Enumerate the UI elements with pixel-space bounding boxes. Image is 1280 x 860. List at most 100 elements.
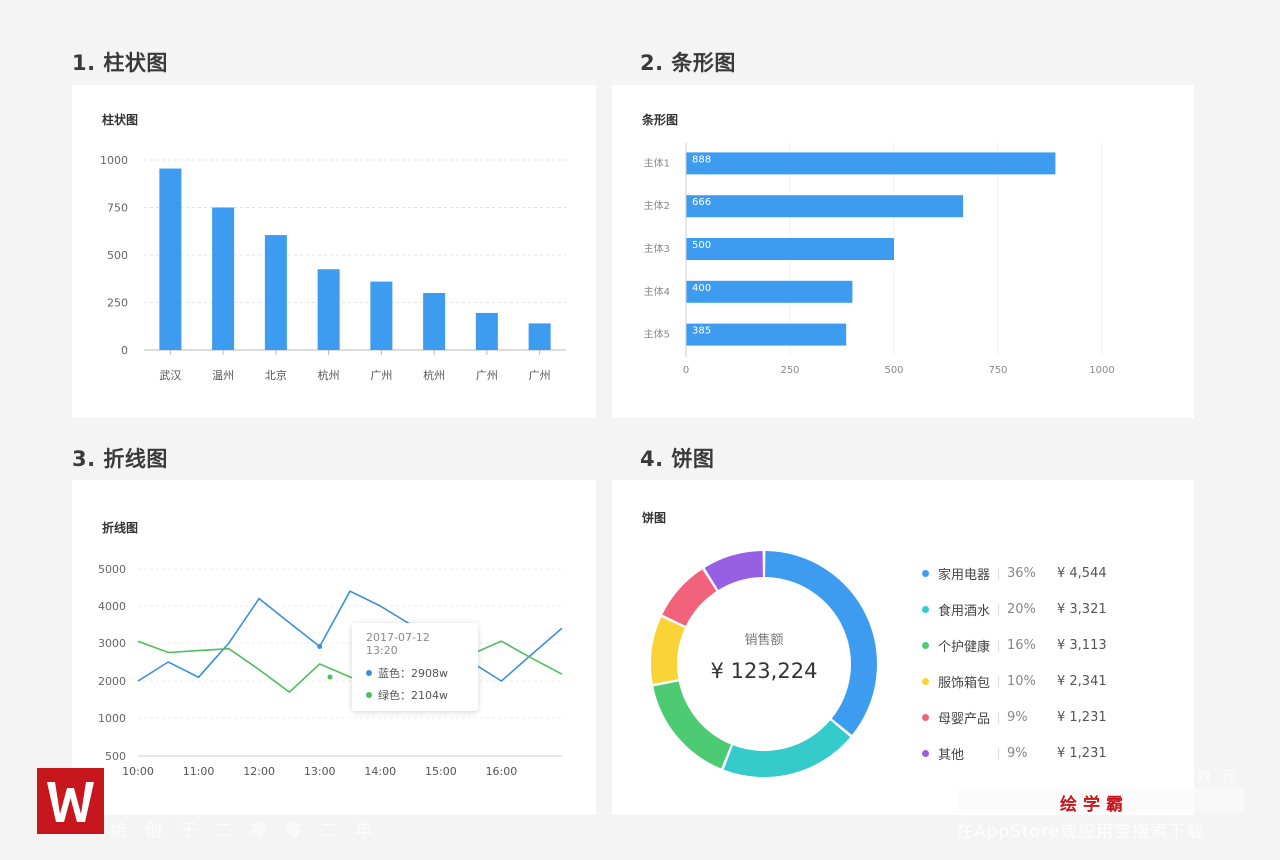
- tooltip-value-blue: 2908w: [411, 666, 448, 680]
- tooltip-row-blue: 蓝色： 2908w: [366, 665, 464, 681]
- tooltip-label-blue: 蓝色：: [378, 667, 411, 680]
- line-xtick-label: 11:00: [183, 765, 215, 778]
- pie-legend-percent: 20%: [1007, 602, 1036, 617]
- line-point-highlight-green: [327, 674, 333, 680]
- watermark-store: 在AppStore或应用宝搜索下载: [956, 822, 1205, 842]
- pie-legend-percent: 36%: [1007, 566, 1036, 581]
- pie-legend-value: ¥ 1,231: [1057, 710, 1107, 725]
- bar-category-label: 杭州: [423, 368, 445, 382]
- bar-category-label: 广州: [476, 369, 498, 382]
- section-title-bar: 1. 柱状图: [72, 51, 168, 75]
- bar-rect: [370, 281, 393, 350]
- pie-legend-value: ¥ 3,321: [1057, 602, 1107, 617]
- bar-category-label: 广州: [529, 369, 551, 382]
- pie-legend-separator: [998, 747, 999, 760]
- hbar-rect: [686, 152, 1056, 175]
- brand-logo-icon: [47, 782, 94, 822]
- pie-legend-separator: [998, 639, 999, 652]
- pie-legend-dot-icon: [922, 678, 929, 685]
- pie-center-label: 销售额: [744, 632, 783, 648]
- pie-legend-dot-icon: [922, 642, 929, 649]
- pie-legend-percent: 9%: [1007, 710, 1028, 725]
- pie-slice: [704, 551, 763, 590]
- pie-legend-value: ¥ 2,341: [1057, 674, 1107, 689]
- pie-legend-percent: 16%: [1007, 638, 1036, 653]
- pie-legend-dot-icon: [922, 714, 929, 721]
- pie-legend-value: ¥ 4,544: [1057, 566, 1107, 581]
- section-title-hbar: 2. 条形图: [640, 51, 736, 75]
- hbar-value-label: 500: [692, 240, 711, 251]
- pie-slice: [653, 681, 731, 769]
- bar-rect: [212, 207, 235, 350]
- brand-logo: [37, 768, 104, 834]
- tooltip-dot-blue-icon: [366, 670, 372, 676]
- bar-ytick-label: 1000: [100, 154, 128, 167]
- line-chart-card: 折线图 500 1000 2000 3000 4000 5000 10:00 11:00 12:…: [72, 480, 596, 815]
- bar-ytick-label: 750: [107, 202, 128, 215]
- pie-legend-name: 母婴产品: [938, 712, 991, 727]
- pie-legend-name: 个护健康: [938, 640, 991, 655]
- tooltip-dot-green-icon: [366, 692, 372, 698]
- pie-legend-row: 母婴产品 9% ¥ 1,231: [922, 708, 1107, 727]
- line-ytick-label: 3000: [98, 637, 126, 650]
- hbar-category-label: 主体5: [644, 329, 670, 341]
- tooltip-value-green: 2104w: [411, 688, 448, 702]
- pie-legend-name: 食用酒水: [938, 604, 991, 619]
- hbar-chart-card: 条形图 0 250 500 750 1000 888 主体1 666 主体2 500 主体3 400 主…: [612, 85, 1194, 418]
- hbar-value-label: 385: [692, 326, 711, 337]
- bar-rect: [423, 293, 446, 350]
- hbar-xtick-label: 0: [683, 365, 689, 376]
- pie-slice: [662, 569, 717, 626]
- hbar-value-label: 666: [692, 197, 711, 208]
- bar-rect: [317, 269, 340, 350]
- section-title-pie: 4. 饼图: [640, 447, 715, 471]
- pie-legend-dot-icon: [922, 570, 929, 577]
- pie-legend-percent: 10%: [1007, 674, 1036, 689]
- bar-category-label: 杭州: [318, 368, 340, 382]
- hbar-xtick-label: 750: [988, 365, 1007, 376]
- line-ytick-label: 1000: [98, 712, 126, 725]
- hbar-rect: [686, 238, 894, 260]
- pie-legend-row: 个护健康 16% ¥ 3,113: [922, 636, 1107, 655]
- line-chart: 500 1000 2000 3000 4000 5000 10:00 11:00 12:00 13…: [98, 563, 563, 778]
- section-title-line: 3. 折线图: [72, 447, 168, 471]
- pie-legend-row: 服饰箱包 10% ¥ 2,341: [922, 672, 1107, 691]
- line-xtick-label: 14:00: [364, 765, 396, 778]
- pie-legend-name: 家用电器: [938, 568, 991, 583]
- line-tooltip: 2017-07-12 13:20 蓝色： 2908w 绿色： 2104w: [352, 623, 478, 711]
- bar-chart: 0 250 500 750 1000 武汉 温州 北京 杭州 广州 杭州 广州 广州: [100, 154, 566, 382]
- pie-legend-value: ¥ 3,113: [1057, 638, 1107, 653]
- bar-category-label: 广州: [370, 369, 392, 382]
- pie-legend-separator: [998, 603, 999, 616]
- bar-category-label: 武汉: [159, 369, 181, 382]
- bar-ytick-label: 250: [107, 297, 128, 310]
- bar-rect: [528, 323, 551, 350]
- bar-category-label: 温州: [212, 369, 234, 382]
- line-series-blue: [137, 590, 563, 682]
- line-ytick-label: 2000: [98, 675, 126, 688]
- pie-legend-separator: [998, 567, 999, 580]
- line-xtick-label: 12:00: [243, 765, 275, 778]
- line-point-highlight-blue: [317, 643, 323, 649]
- pie-legend-row: 家用电器 36% ¥ 4,544: [922, 564, 1107, 583]
- line-xtick-label: 15:00: [425, 765, 457, 778]
- pie-legend-dot-icon: [922, 606, 929, 613]
- hbar-chart: 0 250 500 750 1000 888 主体1 666 主体2 500 主体3 400 主体4 38…: [644, 143, 1115, 376]
- pie-legend-name: 服饰箱包: [938, 676, 991, 691]
- hbar-rect: [686, 195, 964, 218]
- hbar-category-label: 主体3: [644, 243, 670, 255]
- hbar-category-label: 主体4: [644, 286, 670, 298]
- pie-chart-card: 饼图 销售额 ¥ 123,224 家用电器 36% ¥ 4,544 食用酒水 20% ¥ 3…: [612, 480, 1194, 815]
- bar-rect: [159, 168, 182, 350]
- tooltip-row-green: 绿色： 2104w: [366, 687, 464, 703]
- pie-legend-row: 其他 9% ¥ 1,231: [922, 744, 1107, 763]
- line-ytick-label: 500: [105, 750, 126, 763]
- pie-slice: [723, 720, 851, 777]
- pie-slice: [651, 617, 685, 684]
- hbar-xtick-label: 1000: [1089, 365, 1114, 376]
- pie-legend-separator: [998, 675, 999, 688]
- line-ytick-label: 4000: [98, 600, 126, 613]
- watermark-brand: 绘学霸: [1060, 795, 1129, 815]
- hbar-xtick-label: 500: [884, 365, 903, 376]
- pie-legend-separator: [998, 711, 999, 724]
